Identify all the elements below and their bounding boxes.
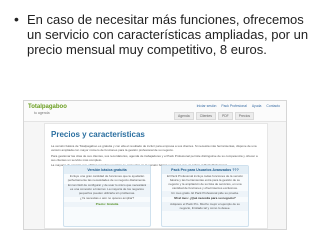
nav-tab-pdf[interactable]: PDF [217, 112, 233, 120]
pro-plan-item[interactable]: Adquiere el Pack Pro. Mucho mejor el eje… [162, 202, 248, 212]
bullet-dot-icon: • [14, 11, 19, 27]
slide-bullet: • En caso de necesitar más funciones, of… [14, 11, 314, 58]
basic-plan-title: Versión básica gratuita [64, 166, 150, 175]
top-links: Iniciar sesión Pack Profesional Ayuda Co… [197, 104, 280, 108]
intro-paragraph: Para gestionar las citas de sus clientes… [51, 153, 258, 162]
nav-tab-clients[interactable]: Clientes [195, 112, 216, 120]
basic-plan-box: Versión básica gratuita Incluye una gran… [63, 165, 151, 227]
intro-paragraph: La versión básica de Totalpagaboo es gra… [51, 144, 257, 152]
page-title: Precios y características [51, 130, 145, 139]
top-link-login[interactable]: Iniciar sesión [197, 104, 217, 108]
content-panel: Precios y características La versión bás… [44, 123, 268, 229]
logo-title: Totalpagaboo [28, 104, 67, 110]
top-link-pro[interactable]: Pack Profesional [221, 104, 246, 108]
nav-tab-prices[interactable]: Precios [234, 112, 255, 120]
basic-plan-price: Precio: Gratuita [64, 202, 150, 208]
pro-plan-item: El Pack Profesional incluye todas funcio… [167, 174, 243, 190]
nav-bar: Agenda Clientes PDF Precios [174, 112, 255, 120]
basic-plan-item: Incluye una gran cantidad de funciones q… [67, 174, 147, 182]
pro-plan-box: Pack Pro para Usuarios Avanzados ??? El … [161, 165, 249, 227]
site-header: Totalpagaboo tu agenda Iniciar sesión Pa… [24, 101, 286, 122]
logo-subtitle: tu agenda [34, 111, 50, 115]
top-link-help[interactable]: Ayuda [252, 104, 262, 108]
bullet-text: En caso de necesitar más funciones, ofre… [27, 12, 309, 57]
pro-plan-title: Pack Pro para Usuarios Avanzados ??? [162, 166, 248, 175]
website-screenshot: Totalpagaboo tu agenda Iniciar sesión Pa… [23, 100, 287, 230]
nav-tab-agenda[interactable]: Agenda [174, 112, 194, 120]
basic-plan-item: En tan fácil de configurar y de usar lo … [64, 183, 150, 197]
site-logo[interactable]: Totalpagaboo tu agenda [28, 104, 78, 118]
top-link-contact[interactable]: Contacto [266, 104, 280, 108]
